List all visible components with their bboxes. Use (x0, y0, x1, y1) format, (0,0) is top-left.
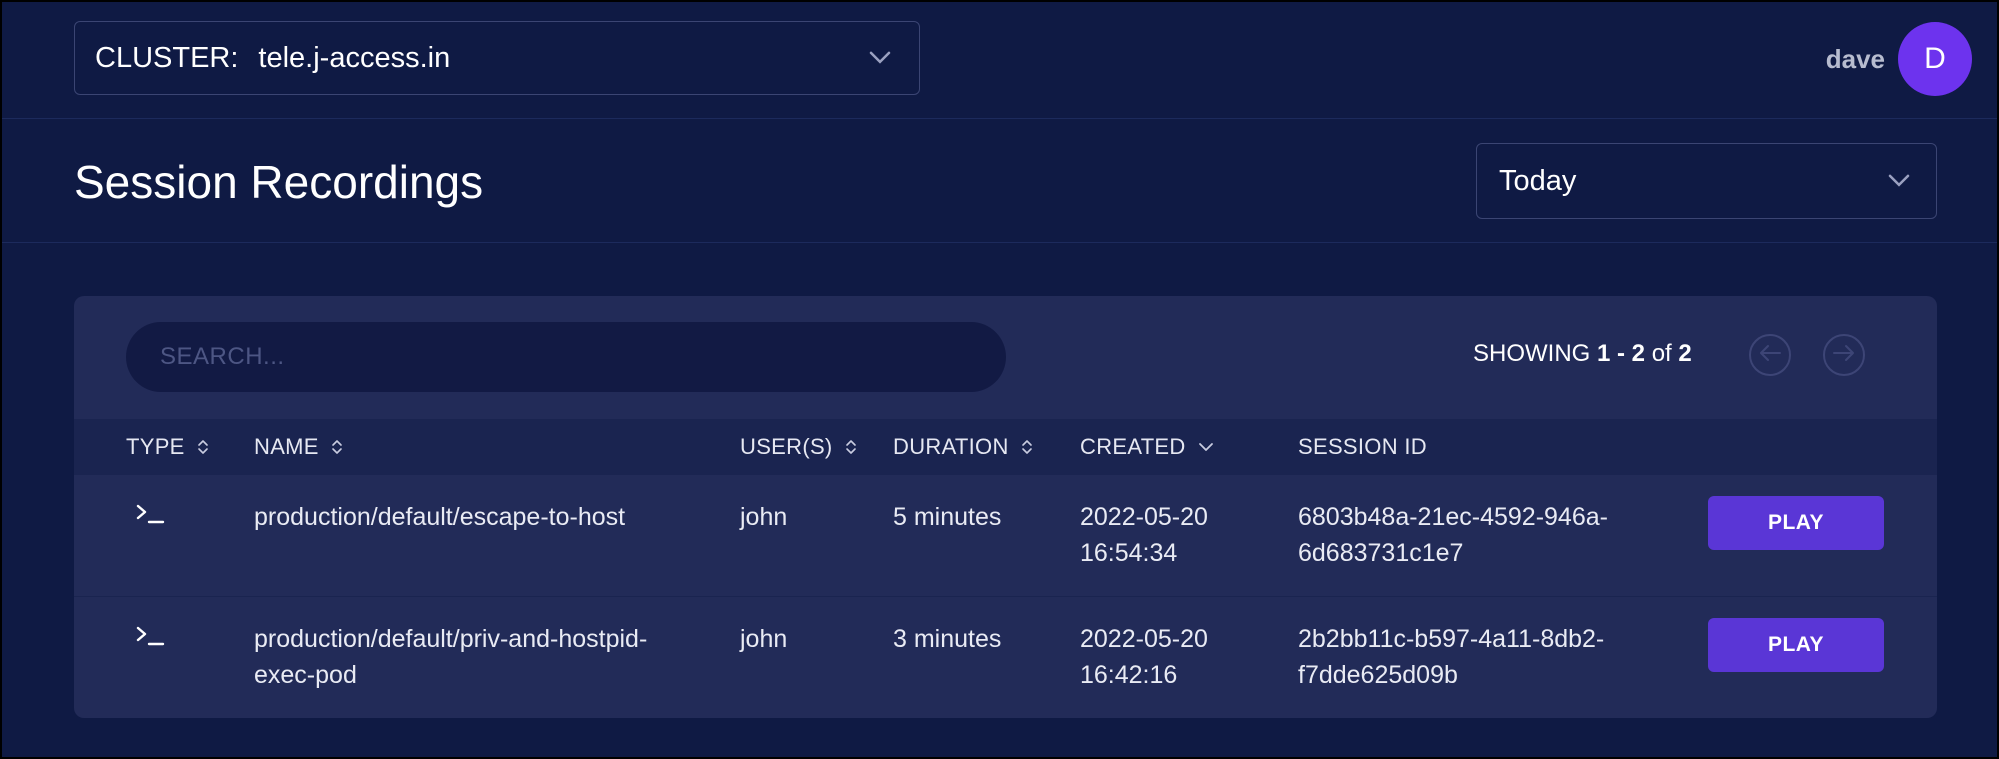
terminal-icon (136, 625, 166, 652)
sort-both-icon (845, 439, 857, 455)
column-header-created[interactable]: CREATED (1080, 419, 1214, 475)
column-header-type[interactable]: TYPE (126, 419, 209, 475)
column-header-users[interactable]: USER(S) (740, 419, 857, 475)
column-header-duration[interactable]: DURATION (893, 419, 1033, 475)
table-row: production/default/priv-and-hostpid- exe… (74, 597, 1937, 718)
column-header-name[interactable]: NAME (254, 419, 343, 475)
prev-page-button[interactable] (1749, 334, 1791, 376)
showing-prefix: SHOWING (1473, 340, 1591, 367)
date-range-select[interactable]: Today (1476, 143, 1937, 219)
page-title: Session Recordings (74, 156, 484, 208)
column-label: USER(S) (740, 434, 833, 459)
avatar[interactable]: D (1898, 22, 1972, 96)
session-id-line: 6d683731c1e7 (1298, 539, 1464, 567)
cluster-value: tele.j-access.in (258, 41, 451, 74)
column-header-session-id: SESSION ID (1298, 419, 1427, 475)
session-id-line: 2b2bb11c-b597-4a11-8db2- (1298, 625, 1605, 653)
created-date: 2022-05-20 (1080, 625, 1208, 653)
pagination-summary: SHOWING 1 - 2 of 2 (1473, 340, 1692, 368)
showing-total: 2 (1678, 340, 1692, 367)
user-name[interactable]: dave (1826, 44, 1885, 75)
chevron-down-icon (1888, 163, 1910, 196)
play-button[interactable]: PLAY (1708, 618, 1884, 672)
session-id-line: 6803b48a-21ec-4592-946a- (1298, 503, 1608, 531)
session-created: 2022-05-20 16:54:34 (1080, 499, 1208, 571)
session-id: 6803b48a-21ec-4592-946a- 6d683731c1e7 (1298, 499, 1608, 571)
terminal-icon (136, 503, 166, 530)
created-time: 16:42:16 (1080, 661, 1178, 689)
search-input[interactable] (126, 322, 1006, 392)
session-user: john (740, 503, 788, 531)
session-id: 2b2bb11c-b597-4a11-8db2- f7dde625d09b (1298, 621, 1604, 693)
arrow-left-icon (1758, 343, 1782, 368)
column-label: TYPE (126, 434, 185, 459)
sort-both-icon (331, 439, 343, 455)
showing-range: 1 - 2 (1597, 340, 1646, 367)
page-header: Session Recordings Today (2, 119, 1997, 243)
session-name-line: exec-pod (254, 661, 357, 689)
table-row: production/default/escape-to-host john 5… (74, 475, 1937, 597)
sort-both-icon (197, 439, 209, 455)
session-duration: 3 minutes (893, 625, 1002, 653)
play-button[interactable]: PLAY (1708, 496, 1884, 550)
showing-of: of (1651, 340, 1672, 367)
sort-both-icon (1021, 439, 1033, 455)
chevron-down-icon (869, 40, 891, 73)
cluster-select[interactable]: CLUSTER: tele.j-access.in (74, 21, 920, 95)
column-label: NAME (254, 434, 319, 459)
created-date: 2022-05-20 (1080, 503, 1208, 531)
arrow-right-icon (1832, 343, 1856, 368)
session-id-line: f7dde625d09b (1298, 661, 1458, 689)
created-time: 16:54:34 (1080, 539, 1178, 567)
date-range-value: Today (1499, 164, 1577, 197)
top-bar: CLUSTER: tele.j-access.in dave D (2, 2, 1997, 119)
column-label: CREATED (1080, 434, 1186, 459)
app-window: CLUSTER: tele.j-access.in dave D Session… (0, 0, 1999, 759)
session-name-line: production/default/escape-to-host (254, 503, 626, 531)
next-page-button[interactable] (1823, 334, 1865, 376)
session-created: 2022-05-20 16:42:16 (1080, 621, 1208, 693)
session-name-line: production/default/priv-and-hostpid- (254, 625, 648, 653)
column-label: SESSION ID (1298, 434, 1427, 459)
session-duration: 5 minutes (893, 503, 1002, 531)
session-user: john (740, 625, 788, 653)
session-name: production/default/escape-to-host (254, 499, 625, 535)
column-label: DURATION (893, 434, 1009, 459)
table-header: TYPE NAME USER(S) DURATION CREATED SESSI… (74, 419, 1937, 475)
sort-desc-icon (1198, 441, 1214, 453)
cluster-label: CLUSTER: (95, 41, 239, 74)
recordings-card: SHOWING 1 - 2 of 2 TYPE NAME (74, 296, 1937, 718)
session-name: production/default/priv-and-hostpid- exe… (254, 621, 647, 693)
